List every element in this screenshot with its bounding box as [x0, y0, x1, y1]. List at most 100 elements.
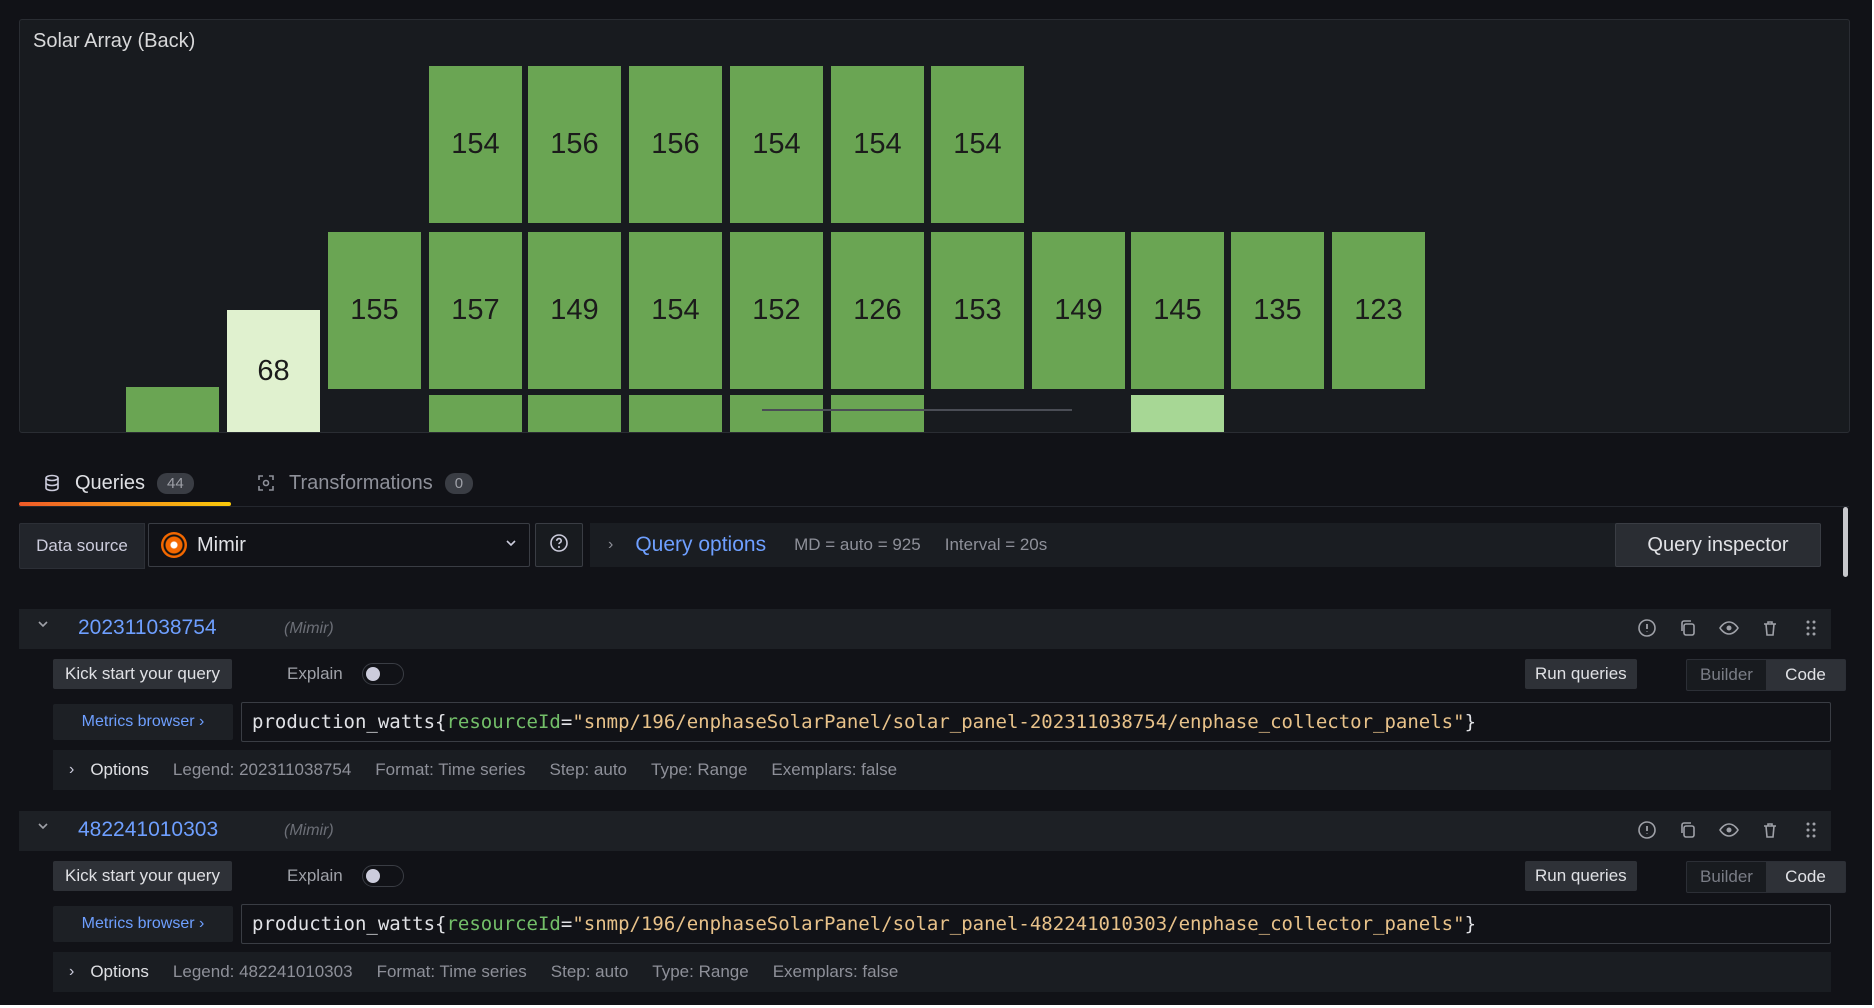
tile: 126: [831, 232, 924, 389]
tile: 156: [629, 66, 722, 223]
tile: 145: [1131, 232, 1224, 389]
tile-grid: 154 156 156 154 154 154 155 157 149 154 …: [20, 20, 1849, 432]
query-header: 482241010303 (Mimir): [19, 811, 1831, 851]
eye-icon[interactable]: [1717, 818, 1741, 842]
editor-mode-switch[interactable]: Builder Code: [1686, 861, 1846, 893]
run-queries-button[interactable]: Run queries: [1525, 659, 1637, 689]
query-ref-id[interactable]: 482241010303: [78, 818, 218, 842]
chevron-down-icon: [505, 536, 517, 552]
tile: 153: [931, 232, 1024, 389]
type-info: Type: Range: [651, 760, 748, 779]
query-datasource-name: (Mimir): [284, 620, 334, 637]
duplicate-icon[interactable]: [1676, 616, 1700, 640]
code-mode-button[interactable]: Code: [1766, 862, 1845, 892]
tile: 135: [1231, 232, 1324, 389]
run-queries-button[interactable]: Run queries: [1525, 861, 1637, 891]
builder-mode-button[interactable]: Builder: [1687, 660, 1766, 690]
metrics-browser-button[interactable]: Metrics browser ›: [53, 704, 233, 740]
horizontal-scrollbar[interactable]: [762, 409, 1072, 411]
query-options-toggle[interactable]: Query options: [635, 533, 766, 557]
tab-transformations-label: Transformations: [289, 471, 433, 494]
tile: 123: [1332, 232, 1425, 389]
max-data-points-info: MD = auto = 925: [794, 535, 921, 554]
query-body: Kick start your query Explain Run querie…: [53, 649, 1846, 829]
query-options-bar[interactable]: › Query options MD = auto = 925 Interval…: [590, 523, 1625, 567]
tile-partial: [1131, 395, 1224, 432]
tile: 157: [429, 232, 522, 389]
tab-transformations[interactable]: Transformations 0: [257, 462, 474, 504]
active-tab-indicator: [19, 502, 231, 506]
tile-partial: [126, 387, 219, 432]
tile-partial: [429, 395, 522, 432]
transform-icon: [257, 474, 275, 492]
builder-mode-button[interactable]: Builder: [1687, 862, 1766, 892]
interval-info: Interval = 20s: [944, 535, 1048, 554]
trash-icon[interactable]: [1758, 616, 1782, 640]
tile: 156: [528, 66, 621, 223]
kick-start-button[interactable]: Kick start your query: [53, 659, 232, 689]
tile: 154: [429, 66, 522, 223]
exemplars-info: Exemplars: false: [772, 962, 899, 981]
query-code-editor[interactable]: production_watts{resourceId="snmp/196/en…: [241, 904, 1831, 944]
query-code-text: production_watts{resourceId="snmp/196/en…: [252, 913, 1477, 935]
query-inspector-button[interactable]: Query inspector: [1615, 523, 1821, 567]
transformations-count-badge: 0: [444, 472, 474, 494]
chevron-right-icon: ›: [69, 963, 75, 980]
help-icon[interactable]: [1635, 616, 1659, 640]
tile-partial: [629, 395, 722, 432]
query-options-row[interactable]: › Options Legend: 202311038754 Format: T…: [53, 750, 1831, 790]
query-actions: [1635, 818, 1823, 842]
tile-low: 68: [227, 310, 320, 432]
eye-icon[interactable]: [1717, 616, 1741, 640]
data-source-help-button[interactable]: [535, 523, 583, 567]
solar-array-panel: Solar Array (Back) 154 156 156 154 154 1…: [19, 19, 1850, 433]
query-body: Kick start your query Explain Run querie…: [53, 851, 1846, 1005]
explain-toggle[interactable]: [362, 663, 404, 685]
drag-handle-icon[interactable]: [1799, 616, 1823, 640]
collapse-chevron-icon[interactable]: [37, 617, 49, 635]
explain-label: Explain: [287, 866, 343, 885]
format-info: Format: Time series: [375, 760, 526, 779]
tile: 154: [730, 66, 823, 223]
editor-tabs: Queries 44 Transformations 0: [19, 462, 1849, 507]
query-options-row[interactable]: › Options Legend: 482241010303 Format: T…: [53, 952, 1831, 992]
tab-queries-label: Queries: [75, 471, 146, 494]
data-source-name: Mimir: [197, 533, 246, 556]
drag-handle-icon[interactable]: [1799, 818, 1823, 842]
queries-count-badge: 44: [157, 472, 194, 494]
type-info: Type: Range: [652, 962, 749, 981]
options-title: Options: [90, 962, 149, 981]
trash-icon[interactable]: [1758, 818, 1782, 842]
code-mode-button[interactable]: Code: [1766, 660, 1845, 690]
query-header: 202311038754 (Mimir): [19, 609, 1831, 649]
step-info: Step: auto: [550, 962, 629, 981]
query-code-text: production_watts{resourceId="snmp/196/en…: [252, 711, 1477, 733]
explain-toggle[interactable]: [362, 865, 404, 887]
tile: 154: [931, 66, 1024, 223]
help-icon[interactable]: [1635, 818, 1659, 842]
legend-info: Legend: 482241010303: [172, 962, 353, 981]
chevron-right-icon: ›: [69, 761, 75, 778]
tile: 149: [1032, 232, 1125, 389]
tab-queries[interactable]: Queries 44: [43, 462, 194, 504]
tile-partial: [831, 395, 924, 432]
query-ref-id[interactable]: 202311038754: [78, 616, 217, 640]
tile: 154: [629, 232, 722, 389]
options-title: Options: [90, 760, 149, 779]
collapse-chevron-icon[interactable]: [37, 819, 49, 837]
metrics-browser-button[interactable]: Metrics browser ›: [53, 906, 233, 942]
query-toolbar: Data source Mimir › Query options MD = a…: [19, 523, 1849, 569]
editor-mode-switch[interactable]: Builder Code: [1686, 659, 1846, 691]
query-datasource-name: (Mimir): [284, 822, 334, 839]
vertical-scrollbar[interactable]: [1843, 507, 1848, 577]
data-source-picker[interactable]: Mimir: [148, 523, 530, 567]
kick-start-button[interactable]: Kick start your query: [53, 861, 232, 891]
query-code-editor[interactable]: production_watts{resourceId="snmp/196/en…: [241, 702, 1831, 742]
step-info: Step: auto: [549, 760, 628, 779]
question-circle-icon: [549, 533, 569, 558]
data-source-label: Data source: [19, 523, 145, 569]
duplicate-icon[interactable]: [1676, 818, 1700, 842]
tile: 154: [831, 66, 924, 223]
tile: 149: [528, 232, 621, 389]
format-info: Format: Time series: [376, 962, 527, 981]
